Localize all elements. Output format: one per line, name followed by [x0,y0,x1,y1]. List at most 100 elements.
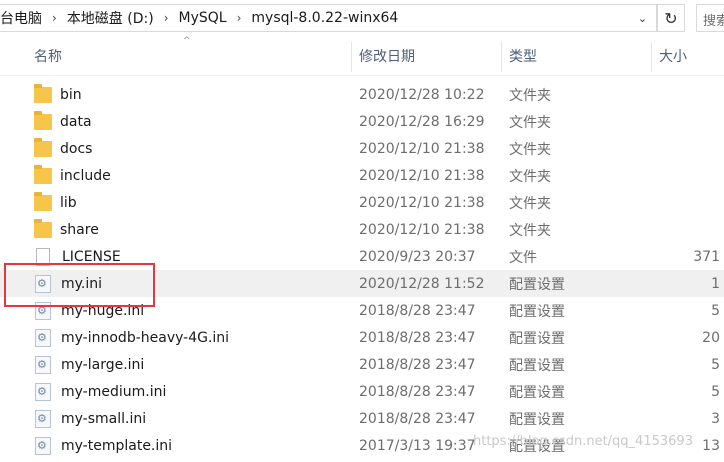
file-name-cell: lib [34,191,77,211]
file-row[interactable]: bin 2020/12/28 10:22 文件夹 [0,81,724,108]
file-type: 文件夹 [509,141,551,158]
file-type: 文件 [509,249,537,266]
folder-icon [34,83,52,103]
file-type: 配置设置 [509,411,565,428]
breadcrumb-local-disk[interactable]: 本地磁盘 (D:) [67,8,154,28]
search-input[interactable]: 搜索 [696,4,724,32]
file-name: my-small.ini [61,410,147,427]
column-header: ^ 名称 修改日期 类型 大小 [0,36,724,76]
file-type: 配置设置 [509,330,565,347]
file-name-cell: include [34,164,111,184]
file-date: 2020/12/28 16:29 [359,113,485,130]
column-type[interactable]: 类型 [501,36,537,76]
breadcrumb-mysql[interactable]: MySQL [179,10,227,26]
folder-icon [34,218,52,238]
file-date: 2018/8/28 23:47 [359,410,476,427]
file-name-cell: docs [34,137,93,157]
file-name: docs [60,140,93,157]
breadcrumb: 台电脑 › 本地磁盘 (D:) › MySQL › mysql-8.0.22-w… [0,5,398,31]
file-row[interactable]: my-large.ini 2018/8/28 23:47 配置设置 5 [0,351,724,378]
file-name: bin [60,86,82,103]
file-type: 文件夹 [509,222,551,239]
file-type: 配置设置 [509,384,565,401]
file-date: 2018/8/28 23:47 [359,383,476,400]
file-type: 配置设置 [509,303,565,320]
file-type: 配置设置 [509,357,565,374]
file-row[interactable]: include 2020/12/10 21:38 文件夹 [0,162,724,189]
file-type: 文件夹 [509,87,551,104]
file-type: 配置设置 [509,276,565,293]
file-date: 2020/12/10 21:38 [359,221,485,238]
config-file-icon [35,409,51,428]
file-name-cell: my-medium.ini [34,382,167,401]
file-row[interactable]: data 2020/12/28 16:29 文件夹 [0,108,724,135]
file-name: my-template.ini [61,437,173,454]
chevron-down-icon[interactable]: ⌄ [629,5,656,31]
config-file-icon [35,355,51,374]
file-row[interactable]: my-medium.ini 2018/8/28 23:47 配置设置 5 [0,378,724,405]
file-name-cell: my-innodb-heavy-4G.ini [34,328,230,347]
file-name-cell: share [34,218,99,238]
file-name-cell: my-large.ini [34,355,145,374]
file-size: 5 [711,302,720,319]
file-size: 13 [702,437,720,454]
file-row[interactable]: docs 2020/12/10 21:38 文件夹 [0,135,724,162]
file-size: 371 [693,248,720,265]
file-date: 2020/12/10 21:38 [359,167,485,184]
file-date: 2017/3/13 19:37 [359,437,476,454]
chevron-right-icon[interactable]: › [52,11,57,25]
file-row[interactable]: lib 2020/12/10 21:38 文件夹 [0,189,724,216]
sort-ascending-icon: ^ [183,36,191,46]
file-name-cell: bin [34,83,82,103]
file-name-cell: my-template.ini [34,436,173,455]
address-bar[interactable]: 台电脑 › 本地磁盘 (D:) › MySQL › mysql-8.0.22-w… [0,4,657,32]
file-size: 3 [711,410,720,427]
highlight-box [4,263,155,307]
file-name: my-medium.ini [61,383,167,400]
config-file-icon [35,382,51,401]
file-date: 2020/12/28 10:22 [359,86,485,103]
address-bar-region: 台电脑 › 本地磁盘 (D:) › MySQL › mysql-8.0.22-w… [0,0,724,36]
file-name: share [60,221,99,238]
folder-icon [34,164,52,184]
file-date: 2020/12/10 21:38 [359,140,485,157]
file-name: lib [60,194,77,211]
file-type: 文件夹 [509,114,551,131]
refresh-icon: ↻ [664,8,678,28]
file-name: data [60,113,92,130]
file-name: my-large.ini [61,356,145,373]
file-type: 文件夹 [509,168,551,185]
file-date: 2020/12/28 11:52 [359,275,485,292]
folder-icon [34,137,52,157]
file-row[interactable]: my-small.ini 2018/8/28 23:47 配置设置 3 [0,405,724,432]
folder-icon [34,191,52,211]
config-file-icon [35,328,51,347]
breadcrumb-this-pc[interactable]: 台电脑 [0,8,42,28]
file-name: my-innodb-heavy-4G.ini [61,329,230,346]
folder-icon [34,110,52,130]
file-row[interactable]: my-innodb-heavy-4G.ini 2018/8/28 23:47 配置设… [0,324,724,351]
file-row[interactable]: share 2020/12/10 21:38 文件夹 [0,216,724,243]
column-name[interactable]: 名称 [26,36,62,76]
file-size: 1 [711,275,720,292]
file-date: 2018/8/28 23:47 [359,329,476,346]
file-name: include [60,167,111,184]
file-date: 2020/12/10 21:38 [359,194,485,211]
column-date[interactable]: 修改日期 [351,36,415,76]
file-size: 20 [702,329,720,346]
file-size: 5 [711,356,720,373]
file-date: 2018/8/28 23:47 [359,356,476,373]
chevron-right-icon[interactable]: › [164,11,169,25]
chevron-right-icon[interactable]: › [237,11,242,25]
watermark: https://blog.csdn.net/qq_4153693 [473,434,693,449]
column-size[interactable]: 大小 [651,36,687,76]
file-name-cell: data [34,110,92,130]
config-file-icon [35,436,51,455]
refresh-button[interactable]: ↻ [657,4,685,32]
breadcrumb-mysql-folder[interactable]: mysql-8.0.22-winx64 [251,10,398,26]
file-date: 2020/9/23 20:37 [359,248,476,265]
file-size: 5 [711,383,720,400]
file-type: 文件夹 [509,195,551,212]
file-date: 2018/8/28 23:47 [359,302,476,319]
file-name-cell: my-small.ini [34,409,147,428]
